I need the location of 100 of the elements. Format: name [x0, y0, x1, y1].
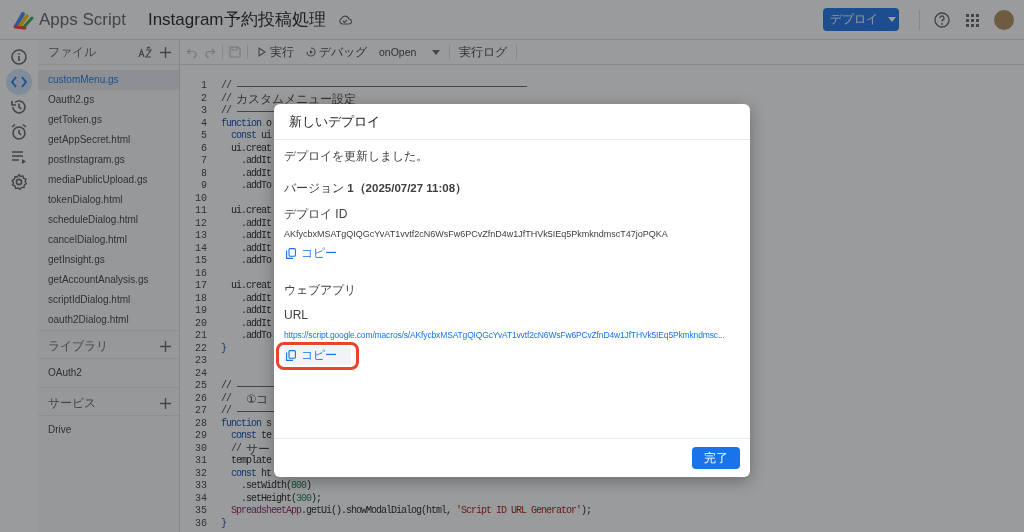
file-item[interactable]: getAppSecret.html [38, 130, 179, 150]
avatar[interactable] [994, 9, 1014, 30]
code-line: // カスタムメニュー設定 [221, 92, 356, 105]
line-number: 16 [194, 267, 207, 280]
code-line: .setWidth(800) [240, 480, 312, 493]
line-number: 14 [194, 242, 207, 255]
debug-button[interactable]: デバッグ [303, 44, 370, 60]
line-number: 27 [194, 405, 207, 418]
deploy-button[interactable]: デプロイ [823, 8, 899, 31]
debug-icon [306, 47, 316, 57]
line-number: 13 [194, 230, 207, 243]
line-number: 11 [194, 205, 207, 218]
code-line: .addIt [240, 230, 271, 243]
code-line: .addIt [240, 305, 271, 318]
caret-icon [432, 49, 441, 55]
web-app-url-link[interactable]: https://script.google.com/macros/s/AKfycbxMSATgQIQGcYvAT1vvtf2cN6WsFw6PCvZfnD4w1JfTHVk5IEq5Pkmkndmsc... [284, 329, 725, 341]
apps-grid-icon[interactable] [964, 11, 980, 28]
line-number: 5 [200, 130, 207, 143]
settings-icon[interactable] [10, 173, 28, 191]
code-line: } [221, 342, 226, 355]
code-line: // ①コ [221, 392, 269, 405]
code-line: .addTo [240, 330, 271, 343]
file-item[interactable]: scheduleDialog.html [38, 210, 179, 230]
code-line: const te [230, 430, 272, 443]
copy-icon [286, 248, 296, 259]
history-icon[interactable] [10, 98, 28, 116]
line-number: 36 [194, 517, 207, 530]
code-line: .setHeight(300); [240, 492, 322, 505]
line-number: 24 [194, 367, 207, 380]
section-title: サービス [48, 395, 96, 411]
help-icon[interactable] [934, 11, 950, 28]
file-item[interactable]: tokenDialog.html [38, 190, 179, 210]
code-line: .addIt [240, 167, 271, 180]
line-number: 8 [200, 167, 207, 180]
line-number: 17 [194, 280, 207, 293]
done-button[interactable]: 完了 [692, 447, 740, 469]
section-item[interactable]: OAuth2 [38, 359, 179, 387]
add-icon[interactable] [160, 397, 171, 409]
code-line: function s [221, 417, 272, 430]
code-line: // [221, 105, 231, 118]
file-item[interactable]: getAccountAnalysis.gs [38, 270, 179, 290]
code-line: .addTo [240, 255, 271, 268]
file-item[interactable]: mediaPublicUpload.gs [38, 170, 179, 190]
copy-button[interactable]: コピー [284, 346, 351, 365]
code-line: const ht [230, 467, 272, 480]
line-number: 15 [194, 255, 207, 268]
file-item[interactable]: getToken.gs [38, 110, 179, 130]
list-play-icon[interactable] [10, 148, 28, 166]
line-number: 34 [194, 492, 207, 505]
line-number: 1 [200, 80, 207, 93]
line-number: 26 [194, 392, 207, 405]
function-select[interactable]: onOpen [376, 46, 444, 58]
run-button[interactable]: 実行 [254, 44, 297, 60]
code-line: .addIt [240, 217, 271, 230]
code-line: .addIt [240, 317, 271, 330]
code-icon[interactable] [10, 73, 28, 91]
code-line: // [221, 405, 231, 418]
code-line: function o [221, 117, 272, 130]
play-icon [257, 47, 267, 57]
line-number: 28 [194, 417, 207, 430]
section-item[interactable]: Drive [38, 416, 179, 444]
code-line: .addIt [240, 292, 271, 305]
file-item[interactable]: oauth2Dialog.html [38, 310, 179, 330]
sort-icon[interactable] [138, 46, 152, 58]
file-item[interactable]: postInstagram.gs [38, 150, 179, 170]
file-item[interactable]: customMenu.gs [38, 70, 179, 90]
line-number: 31 [194, 455, 207, 468]
code-line: // サー [230, 442, 270, 455]
code-line: ui.creat [230, 280, 271, 293]
alarm-clock-icon[interactable] [10, 123, 28, 141]
file-item[interactable]: Oauth2.gs [38, 90, 179, 110]
section-heading: ウェブアプリ [284, 283, 357, 298]
line-number: 2 [200, 92, 207, 105]
add-icon[interactable] [160, 340, 171, 352]
version-heading: バージョン 1（2025/07/27 11:08） [284, 181, 469, 196]
line-number: 23 [194, 355, 207, 368]
code-line: ui.creat [230, 142, 271, 155]
line-number: 18 [194, 292, 207, 305]
line-number: 22 [194, 342, 207, 355]
dialog-title: 新しいデプロイ [274, 104, 750, 140]
line-number: 19 [194, 305, 207, 318]
line-number: 29 [194, 430, 207, 443]
apps-script-logo [13, 9, 35, 30]
product-name: Apps Script [39, 9, 126, 30]
line-number: 21 [194, 330, 207, 343]
code-line: const ui [230, 130, 272, 143]
line-number: 30 [194, 442, 207, 455]
add-icon[interactable] [160, 46, 171, 58]
deploy-id: AKfycbxMSATgQIQGcYvAT1vvtf2cN6WsFw6PCvZfnD4w1JfTHVk5IEq5PkmkndmscT47joPQKA [284, 229, 669, 239]
info-icon[interactable] [10, 48, 28, 66]
file-item[interactable]: scriptIdDialog.html [38, 290, 179, 310]
project-title[interactable]: Instagram予約投稿処理 [147, 8, 326, 31]
status-message: デプロイを更新しました。 [284, 148, 429, 165]
execution-log-button[interactable]: 実行ログ [456, 44, 511, 60]
caret-icon [888, 17, 896, 22]
file-item[interactable]: cancelDialog.html [38, 230, 179, 250]
line-number: 25 [194, 380, 207, 393]
line-number: 33 [194, 480, 207, 493]
file-item[interactable]: getInsight.gs [38, 250, 179, 270]
code-line: // [221, 380, 231, 393]
